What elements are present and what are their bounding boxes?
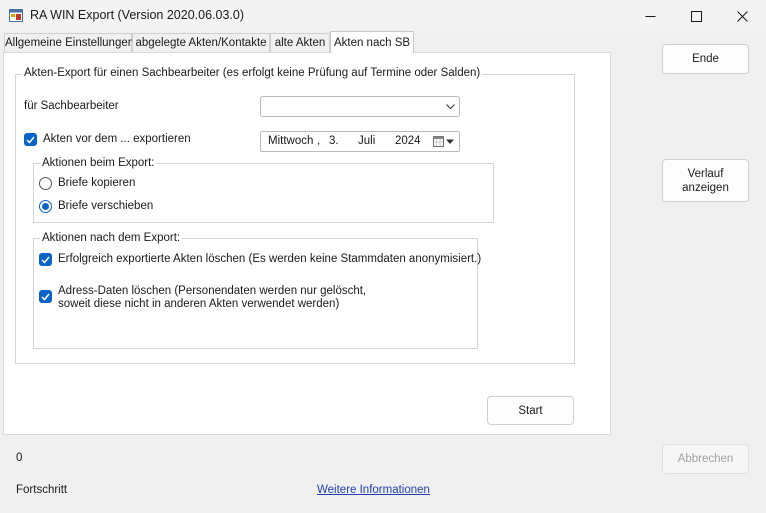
progress-value: 0 (16, 452, 23, 464)
checkmark-icon (41, 256, 50, 264)
date-day[interactable]: 3. (329, 135, 339, 147)
delete-address-label-line2: soweit diese nicht in anderen Akten verw… (58, 298, 340, 310)
checkmark-icon (41, 293, 50, 301)
maximize-icon (690, 10, 702, 22)
copy-letters-label: Briefe kopieren (58, 177, 136, 189)
copy-letters-radio[interactable] (39, 177, 52, 190)
before-date-checkbox[interactable] (24, 133, 37, 146)
abbrechen-button: Abbrechen (662, 444, 749, 474)
app-window-icon (9, 9, 23, 22)
date-separator: , (317, 135, 321, 147)
close-button[interactable] (719, 0, 765, 32)
tab-abgelegte-akten[interactable]: abgelegte Akten/Kontakte (132, 33, 270, 52)
export-settings-group-title: Akten-Export für einen Sachbearbeiter (e… (22, 67, 483, 79)
delete-files-checkbox[interactable] (39, 253, 52, 266)
export-actions-group-title: Aktionen beim Export: (40, 157, 157, 169)
more-info-link[interactable]: Weitere Informationen (317, 484, 430, 496)
verlauf-button-line1: Verlauf (687, 167, 724, 180)
close-icon (736, 10, 748, 22)
move-letters-radio[interactable] (39, 200, 52, 213)
verlauf-button-line2: anzeigen (682, 181, 729, 194)
calendar-button[interactable] (433, 136, 455, 151)
ende-button[interactable]: Ende (662, 44, 749, 74)
progress-label: Fortschritt (16, 484, 68, 496)
sachbearbeiter-label: für Sachbearbeiter (24, 100, 119, 112)
export-actions-group (33, 163, 494, 223)
chevron-down-icon (446, 104, 455, 110)
date-weekday[interactable]: Mittwoch (268, 135, 313, 147)
before-date-label: Akten vor dem ... exportieren (43, 133, 191, 145)
move-letters-label: Briefe verschieben (58, 200, 154, 212)
post-export-actions-group-title: Aktionen nach dem Export: (40, 232, 183, 244)
verlauf-anzeigen-button[interactable]: Verlauf anzeigen (662, 159, 749, 202)
tab-allgemeine-einstellungen[interactable]: Allgemeine Einstellungen (4, 33, 134, 52)
delete-address-checkbox[interactable] (39, 290, 52, 303)
tab-alte-akten[interactable]: alte Akten (270, 33, 330, 52)
tab-akten-nach-sb[interactable]: Akten nach SB (330, 31, 414, 53)
checkmark-icon (26, 136, 35, 144)
date-year[interactable]: 2024 (395, 135, 421, 147)
date-picker[interactable]: Mittwoch , 3. Juli 2024 (260, 131, 460, 152)
minimize-icon (645, 15, 655, 17)
window-title: RA WIN Export (Version 2020.06.03.0) (30, 8, 244, 22)
maximize-button[interactable] (673, 0, 719, 32)
start-button[interactable]: Start (487, 396, 574, 425)
date-month[interactable]: Juli (358, 135, 375, 147)
radio-selected-dot (42, 203, 49, 210)
minimize-button[interactable] (627, 0, 673, 32)
sachbearbeiter-dropdown[interactable] (260, 96, 460, 117)
delete-address-label-line1: Adress-Daten löschen (Personendaten werd… (58, 285, 367, 297)
calendar-icon (433, 136, 454, 147)
delete-files-label: Erfolgreich exportierte Akten löschen (E… (58, 253, 482, 265)
